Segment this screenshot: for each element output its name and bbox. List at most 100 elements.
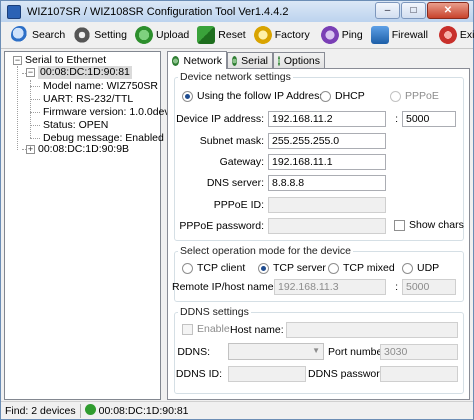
ddns-provider-select[interactable]: ▼ — [228, 343, 324, 360]
gear-icon — [73, 26, 92, 44]
status-ok-icon — [84, 404, 96, 415]
tcp-server-label: TCP server — [273, 262, 326, 274]
exit-icon — [438, 26, 457, 44]
dhcp-radio[interactable]: DHCP — [320, 90, 365, 102]
remote-port-separator: : — [395, 281, 398, 293]
app-icon — [7, 4, 21, 19]
tcp-client-radio[interactable]: TCP client — [182, 262, 245, 274]
search-button[interactable]: Search — [8, 23, 68, 47]
tree-connector — [30, 112, 40, 113]
tree-device-node[interactable]: 00:08:DC:1D:90:9B — [38, 143, 129, 156]
tab-serial[interactable]: Serial — [227, 52, 273, 68]
pppoe-id-field[interactable] — [268, 197, 386, 213]
tcp-client-label: TCP client — [197, 262, 246, 274]
pppoe-label: PPPoE — [405, 90, 439, 102]
ping-icon — [320, 26, 339, 44]
options-icon — [278, 55, 280, 66]
ddns-id-label: DDNS ID: — [175, 368, 222, 380]
factory-button-label: Factory — [274, 29, 310, 41]
tree-connector — [30, 99, 40, 100]
dns-label: DNS server: — [206, 177, 264, 189]
selected-device-status: 00:08:DC:1D:90:81 — [81, 404, 193, 417]
tree-detail-model: Model name: WIZ750SR — [43, 80, 158, 92]
ddns-enable-checkbox[interactable]: Enable — [182, 323, 230, 335]
reset-icon — [197, 26, 216, 44]
setting-button[interactable]: Setting — [70, 23, 130, 47]
serial-icon — [232, 55, 238, 66]
ddns-enable-label: Enable — [197, 323, 230, 335]
show-chars-label: Show chars — [409, 219, 464, 231]
gateway-field[interactable]: 192.168.11.1 — [268, 154, 386, 170]
radio-dot — [182, 90, 193, 102]
pppoe-password-field[interactable] — [268, 218, 386, 234]
pppoe-radio[interactable]: PPPoE — [390, 90, 439, 102]
minimize-button[interactable]: – — [375, 2, 400, 19]
reset-button-label: Reset — [218, 29, 246, 41]
tree-connector — [30, 138, 40, 139]
gateway-label: Gateway: — [219, 156, 264, 168]
tcp-server-radio[interactable]: TCP server — [258, 262, 326, 274]
udp-radio[interactable]: UDP — [402, 262, 439, 274]
host-name-label: Host name: — [230, 324, 284, 336]
dns-field[interactable]: 8.8.8.8 — [268, 175, 386, 191]
ddns-id-field[interactable] — [228, 366, 306, 382]
firewall-button[interactable]: Firewall — [368, 23, 431, 47]
device-ip-field[interactable]: 192.168.11.2 — [268, 111, 386, 127]
upload-button[interactable]: Upload — [132, 23, 192, 47]
tree-expand-toggle[interactable]: + — [26, 145, 35, 154]
tree-detail-uart: UART: RS-232/TTL — [43, 93, 134, 105]
subnet-field[interactable]: 255.255.255.0 — [268, 133, 386, 149]
tree-connector — [30, 80, 31, 138]
tree-detail-status: Status: OPEN — [43, 119, 109, 131]
tab-serial-label: Serial — [241, 54, 268, 67]
radio-dot — [402, 262, 413, 274]
upload-icon — [134, 26, 153, 44]
remote-port-field[interactable]: 5000 — [402, 279, 456, 295]
selected-device-mac: 00:08:DC:1D:90:81 — [98, 405, 189, 417]
network-panel: Device network settings Using the follow… — [167, 68, 470, 400]
device-count: Find: 2 devices — [5, 404, 76, 417]
tree-detail-firmware: Firmware version: 1.0.0dev — [43, 106, 170, 118]
ddns-password-field[interactable] — [380, 366, 458, 382]
device-tree[interactable]: − Serial to Ethernet − 00:08:DC:1D:90:81… — [4, 51, 170, 400]
tree-collapse-toggle[interactable]: − — [13, 56, 22, 65]
static-ip-label: Using the follow IP Address — [197, 90, 325, 102]
tree-collapse-toggle[interactable]: − — [26, 68, 35, 77]
search-button-label: Search — [32, 29, 66, 41]
tree-device-node[interactable]: 00:08:DC:1D:90:81 — [38, 66, 132, 79]
radio-dot — [328, 262, 339, 274]
ddns-password-label: DDNS password: — [308, 368, 389, 380]
maximize-button[interactable]: □ — [401, 2, 426, 19]
factory-icon — [253, 26, 272, 44]
subnet-label: Subnet mask: — [199, 135, 264, 147]
tab-network[interactable]: Network — [167, 51, 227, 69]
close-button[interactable]: ✕ — [427, 2, 469, 19]
remote-host-field[interactable]: 192.168.11.3 — [274, 279, 386, 295]
toolbar: Search Setting Upload Reset Factory Ping… — [1, 22, 474, 49]
pppoe-password-label: PPPoE password: — [179, 220, 264, 232]
tab-options[interactable]: Options — [273, 52, 325, 68]
exit-button-label: Exit — [459, 29, 474, 41]
static-ip-radio[interactable]: Using the follow IP Address — [182, 90, 325, 102]
window-title: WIZ107SR / WIZ108SR Configuration Tool V… — [27, 5, 289, 18]
tcp-mixed-radio[interactable]: TCP mixed — [328, 262, 395, 274]
tab-options-label: Options — [283, 54, 320, 67]
exit-button[interactable]: Exit — [436, 23, 474, 47]
reset-button[interactable]: Reset — [194, 23, 248, 47]
show-chars-checkbox[interactable]: Show chars — [394, 219, 464, 231]
host-name-field[interactable] — [286, 322, 458, 338]
tree-connector — [30, 86, 40, 87]
ddns-title: DDNS settings — [178, 306, 251, 318]
device-port-field[interactable]: 5000 — [402, 111, 456, 127]
radio-dot — [390, 90, 401, 102]
upload-button-label: Upload — [155, 29, 190, 41]
window-controls: – □ ✕ — [375, 2, 469, 19]
operation-mode-title: Select operation mode for the device — [178, 245, 354, 257]
ddns-port-field[interactable]: 3030 — [380, 344, 458, 360]
factory-button[interactable]: Factory — [251, 23, 313, 47]
radio-dot — [182, 262, 193, 274]
ping-button[interactable]: Ping — [318, 23, 366, 47]
udp-label: UDP — [417, 262, 440, 274]
firewall-button-label: Firewall — [391, 29, 428, 41]
status-bar: Find: 2 devices 00:08:DC:1D:90:81 — [1, 401, 473, 419]
